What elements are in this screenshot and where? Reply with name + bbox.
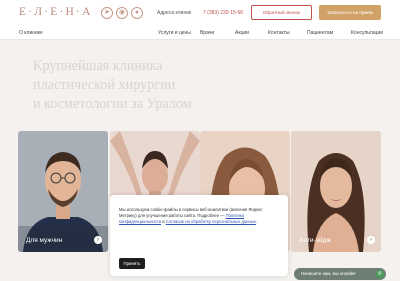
nav-item-promotions[interactable]: Акции [235, 30, 249, 36]
callback-button[interactable]: Обратный звонок [251, 5, 312, 20]
hero-headline: Крупнейшая клиника пластической хирургии… [33, 57, 293, 114]
nav-item-doctors[interactable]: Врачи [200, 30, 214, 36]
phone-number[interactable]: 7 (383) 230-15-66 [203, 10, 243, 16]
arrow-right-icon[interactable]: › [94, 236, 102, 244]
headline-line: пластической хирургии [33, 77, 176, 93]
nav-item-services[interactable]: Услуги и цены [158, 30, 191, 36]
headline-line: Крупнейшая клиника [33, 58, 163, 74]
cookie-text-end: . [255, 219, 258, 224]
nav-item-consultations[interactable]: Консультации [351, 30, 383, 36]
telegram-icon[interactable]: ➤ [101, 7, 113, 19]
accept-cookies-button[interactable]: Принять [119, 258, 145, 269]
cookie-text: Мы используем cookie-файлы и сервисы веб… [119, 207, 281, 225]
nav-item-contacts[interactable]: Контакты [268, 30, 290, 36]
site-header: Е·Л·Е·Н·А ➤ ◉ ● Адреса клиник 7 (383) 23… [0, 0, 400, 27]
man-photo [18, 131, 108, 252]
cookie-banner: Мы используем cookie-файлы и сервисы веб… [110, 195, 288, 276]
nav-item-about[interactable]: О клинике [19, 30, 43, 36]
odnoklassniki-icon[interactable]: ● [131, 7, 143, 19]
card-label: Анти-эйдж [299, 237, 331, 244]
woman-portrait-photo [291, 131, 381, 252]
category-card-anti-age[interactable]: Анти-эйдж › [291, 131, 381, 252]
vk-icon[interactable]: ◉ [116, 7, 128, 19]
main-nav: О клинике Услуги и цены Врачи Акции Конт… [0, 27, 400, 39]
data-consent-link[interactable]: Согласие на обработку персональных данны… [166, 219, 256, 224]
card-label: Для мужчин [26, 237, 63, 244]
category-card-men[interactable]: Для мужчин › [18, 131, 108, 252]
nav-item-patients[interactable]: Пациентам [307, 30, 333, 36]
chat-widget[interactable]: Напишите нам, мы онлайн! ✆ [294, 268, 386, 280]
clinic-logo[interactable]: Е·Л·Е·Н·А [19, 6, 93, 18]
chat-text: Напишите нам, мы онлайн! [301, 271, 356, 276]
arrow-right-icon[interactable]: › [367, 236, 375, 244]
clinic-addresses-link[interactable]: Адреса клиник [157, 10, 191, 16]
appointment-button[interactable]: Записаться на прием [319, 5, 381, 20]
headline-line: и косметологии за Уралом [33, 96, 192, 112]
whatsapp-icon[interactable]: ✆ [376, 270, 384, 278]
